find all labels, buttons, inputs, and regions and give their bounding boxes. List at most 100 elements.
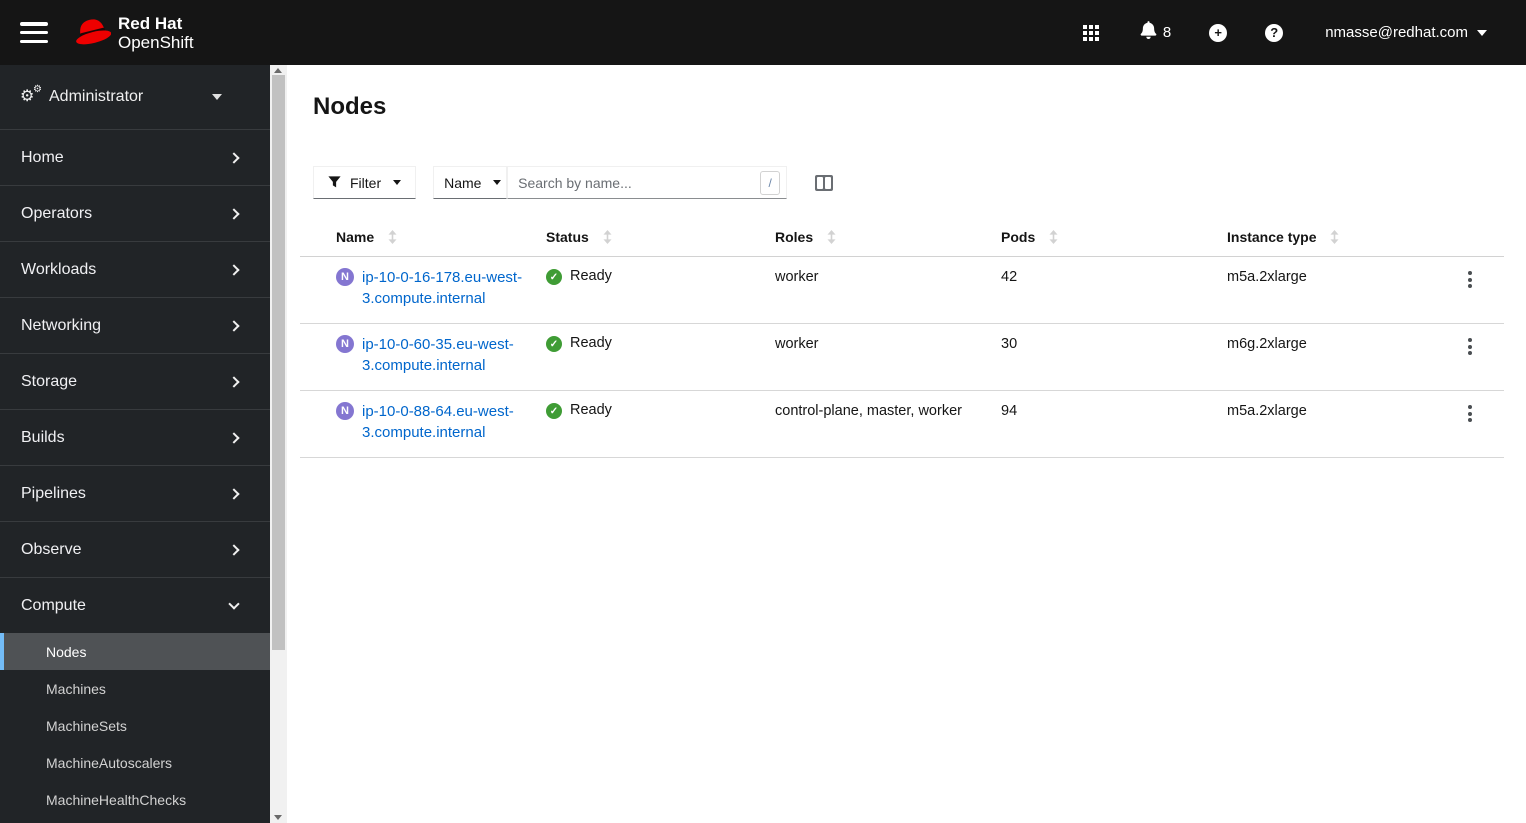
node-status-cell: ✓ Ready (546, 267, 775, 309)
search-input[interactable] (507, 166, 788, 199)
table-header-row: Name Status Roles Pods Instance type (300, 218, 1504, 257)
user-menu[interactable]: nmasse@redhat.com (1325, 24, 1487, 41)
table-row: N ip-10-0-88-64.eu-west-3.compute.intern… (300, 391, 1504, 458)
search-type-select[interactable]: Name (433, 166, 508, 199)
node-resource-badge: N (336, 335, 354, 353)
sidebar-item-machines[interactable]: Machines (0, 670, 270, 707)
sidebar-subitem-label: MachineAutoscalers (46, 754, 173, 771)
sidebar-item-builds[interactable]: Builds (0, 409, 270, 465)
kebab-menu-icon[interactable] (1468, 334, 1484, 376)
sidebar-item-home[interactable]: Home (0, 129, 270, 185)
perspective-switcher[interactable]: ⚙ ⚙ Administrator (0, 65, 270, 129)
toolbar: Filter Name / (313, 166, 1504, 199)
search-filter-group: Name / (433, 166, 788, 199)
add-plus-circle-icon[interactable]: + (1209, 23, 1228, 42)
node-status-cell: ✓ Ready (546, 401, 775, 443)
node-roles-cell: control-plane, master, worker (775, 403, 962, 419)
kebab-menu-icon[interactable] (1468, 401, 1484, 443)
filter-label: Filter (350, 174, 382, 191)
masthead: Red Hat OpenShift 8 + ? nmasse@redhat.co… (0, 0, 1526, 65)
column-header-name[interactable]: Name (300, 229, 546, 245)
kebab-menu-icon[interactable] (1468, 267, 1484, 309)
sidebar-item-label: Home (21, 148, 64, 166)
sidebar-subitem-label: MachineSets (46, 717, 127, 734)
help-question-circle-icon[interactable]: ? (1265, 23, 1284, 42)
brand-line1: Red Hat (118, 13, 183, 33)
sort-icon[interactable] (1330, 230, 1339, 244)
chevron-right-icon (228, 207, 240, 220)
sidebar-scrollbar[interactable] (270, 65, 287, 823)
table-row: N ip-10-0-60-35.eu-west-3.compute.intern… (300, 324, 1504, 391)
sidebar-item-pipelines[interactable]: Pipelines (0, 465, 270, 521)
check-circle-icon: ✓ (546, 403, 562, 419)
manage-columns-icon[interactable] (815, 175, 834, 191)
caret-down-icon (493, 180, 502, 185)
sidebar-item-networking[interactable]: Networking (0, 297, 270, 353)
sort-icon[interactable] (388, 230, 397, 244)
sidebar-subitem-label: Machines (46, 680, 106, 697)
node-roles-cell: worker (775, 269, 819, 285)
node-resource-badge: N (336, 268, 354, 286)
brand-text: Red Hat OpenShift (118, 14, 194, 52)
chevron-down-icon (228, 597, 240, 610)
chevron-right-icon (228, 151, 240, 164)
sidebar-item-compute[interactable]: Compute (0, 577, 270, 633)
node-link[interactable]: ip-10-0-88-64.eu-west-3.compute.internal (362, 401, 544, 443)
sidebar-item-label: Pipelines (21, 484, 86, 502)
scroll-up-arrow-icon[interactable] (274, 68, 282, 73)
sort-icon[interactable] (827, 230, 836, 244)
chevron-right-icon (228, 431, 240, 444)
sidebar-item-nodes[interactable]: Nodes (0, 633, 270, 670)
node-instance-type-cell: m5a.2xlarge (1227, 403, 1307, 419)
sidebar-item-machineautoscalers[interactable]: MachineAutoscalers (0, 744, 270, 781)
node-status-cell: ✓ Ready (546, 334, 775, 376)
filter-dropdown-button[interactable]: Filter (313, 166, 417, 199)
caret-down-icon (212, 94, 222, 100)
column-header-instance-type[interactable]: Instance type (1227, 229, 1468, 245)
node-roles-cell: worker (775, 336, 819, 352)
node-link[interactable]: ip-10-0-60-35.eu-west-3.compute.internal (362, 334, 544, 376)
sidebar-subitem-label: MachineHealthChecks (46, 791, 187, 808)
notifications-button[interactable]: 8 (1140, 21, 1171, 44)
sort-icon[interactable] (1049, 230, 1058, 244)
sidebar-item-label: Storage (21, 372, 78, 390)
sidebar-item-storage[interactable]: Storage (0, 353, 270, 409)
node-name-cell: N ip-10-0-60-35.eu-west-3.compute.intern… (300, 334, 546, 376)
chevron-right-icon (228, 319, 240, 332)
app-launcher-icon[interactable] (1082, 24, 1099, 41)
column-header-status[interactable]: Status (546, 229, 775, 245)
node-resource-badge: N (336, 402, 354, 420)
cogs-icon: ⚙ ⚙ (20, 84, 42, 106)
column-header-pods[interactable]: Pods (1001, 229, 1227, 245)
perspective-label: Administrator (49, 88, 144, 105)
sidebar-item-label: Builds (21, 428, 65, 446)
sidebar-item-label: Networking (21, 316, 102, 334)
status-text: Ready (570, 335, 612, 351)
sidebar-item-observe[interactable]: Observe (0, 521, 270, 577)
scroll-down-arrow-icon[interactable] (274, 815, 282, 820)
node-instance-type-cell: m5a.2xlarge (1227, 269, 1307, 285)
chevron-right-icon (228, 375, 240, 388)
node-link[interactable]: ip-10-0-16-178.eu-west-3.compute.interna… (362, 267, 544, 309)
check-circle-icon: ✓ (546, 269, 562, 285)
node-pods-cell: 94 (1001, 403, 1018, 419)
sidebar-item-machinesets[interactable]: MachineSets (0, 707, 270, 744)
sidebar-item-workloads[interactable]: Workloads (0, 241, 270, 297)
red-hat-fedora-icon (73, 15, 112, 51)
funnel-icon (328, 176, 341, 188)
brand-logo[interactable]: Red Hat OpenShift (73, 14, 194, 52)
chevron-right-icon (228, 487, 240, 500)
main-content: Nodes Filter Name / Name (287, 65, 1526, 823)
node-pods-cell: 30 (1001, 336, 1018, 352)
sidebar-item-machinehealthchecks[interactable]: MachineHealthChecks (0, 781, 270, 818)
nav-toggle-hamburger-icon[interactable] (20, 22, 48, 43)
sidebar-nav: ⚙ ⚙ Administrator Home Operators Workloa… (0, 65, 270, 823)
node-pods-cell: 42 (1001, 269, 1018, 285)
scrollbar-thumb[interactable] (272, 75, 285, 650)
sidebar-item-operators[interactable]: Operators (0, 185, 270, 241)
nodes-table: Name Status Roles Pods Instance type N i… (300, 218, 1504, 458)
column-header-roles[interactable]: Roles (775, 229, 1001, 245)
table-row: N ip-10-0-16-178.eu-west-3.compute.inter… (300, 257, 1504, 324)
search-box: / (507, 166, 788, 199)
sort-icon[interactable] (603, 230, 612, 244)
